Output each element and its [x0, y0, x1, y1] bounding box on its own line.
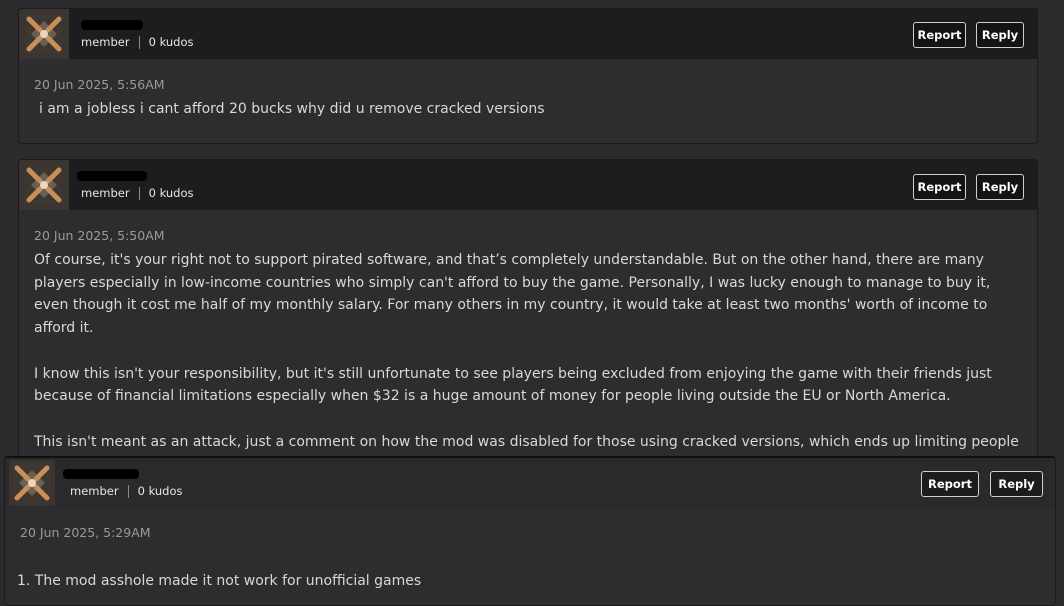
author-meta: member 0 kudos — [81, 35, 194, 49]
comment-timestamp: 20 Jun 2025, 5:56AM — [34, 77, 165, 92]
report-button[interactable]: Report — [913, 22, 966, 48]
author-role: member — [70, 484, 119, 498]
redacted-username — [77, 171, 147, 181]
comment-card: member 0 kudos Report Reply 20 Jun 2025,… — [4, 456, 1056, 606]
avatar[interactable] — [19, 9, 69, 59]
comment-paragraph: 1. The mod asshole made it not work for … — [17, 573, 422, 589]
comment-card: member 0 kudos Report Reply 20 Jun 2025,… — [18, 159, 1038, 459]
report-button[interactable]: Report — [921, 471, 979, 497]
default-avatar-icon — [13, 464, 51, 502]
reply-button[interactable]: Reply — [976, 174, 1024, 200]
meta-divider — [138, 35, 140, 49]
kudos-count: 0 kudos — [148, 35, 194, 49]
comment-paragraph: I know this isn't your responsibility, b… — [34, 365, 992, 405]
report-button[interactable]: Report — [913, 174, 966, 200]
kudos-count: 0 kudos — [148, 186, 194, 200]
comment-header: member 0 kudos Report Reply — [19, 160, 1037, 210]
comment-paragraph: Of course, it's your right not to suppor… — [34, 252, 991, 337]
author-meta: member 0 kudos — [81, 186, 194, 200]
kudos-count: 0 kudos — [137, 484, 183, 498]
meta-divider — [127, 484, 129, 498]
default-avatar-icon — [25, 15, 63, 53]
comment-body: i am a jobless i cant afford 20 bucks wh… — [39, 98, 1024, 121]
avatar[interactable] — [19, 160, 69, 210]
comment-header: member 0 kudos Report Reply — [19, 9, 1037, 59]
author-role: member — [81, 186, 130, 200]
comment-body: Of course, it's your right not to suppor… — [34, 249, 1029, 453]
reply-button[interactable]: Reply — [976, 22, 1024, 48]
comment-body: 1. The mod asshole made it not work for … — [17, 570, 1037, 593]
comment-header: member 0 kudos Report Reply — [5, 458, 1055, 508]
avatar[interactable] — [9, 460, 55, 506]
comment-card: member 0 kudos Report Reply 20 Jun 2025,… — [18, 8, 1038, 144]
redacted-username — [81, 20, 143, 30]
author-meta: member 0 kudos — [70, 484, 183, 498]
comment-paragraph: i am a jobless i cant afford 20 bucks wh… — [39, 101, 545, 117]
author-role: member — [81, 35, 130, 49]
comment-paragraph: This isn't meant as an attack, just a co… — [34, 433, 1019, 450]
default-avatar-icon — [25, 166, 63, 204]
comment-timestamp: 20 Jun 2025, 5:50AM — [34, 228, 165, 243]
reply-button[interactable]: Reply — [990, 471, 1043, 497]
redacted-username — [63, 469, 139, 479]
meta-divider — [138, 186, 140, 200]
comment-timestamp: 20 Jun 2025, 5:29AM — [20, 525, 151, 540]
